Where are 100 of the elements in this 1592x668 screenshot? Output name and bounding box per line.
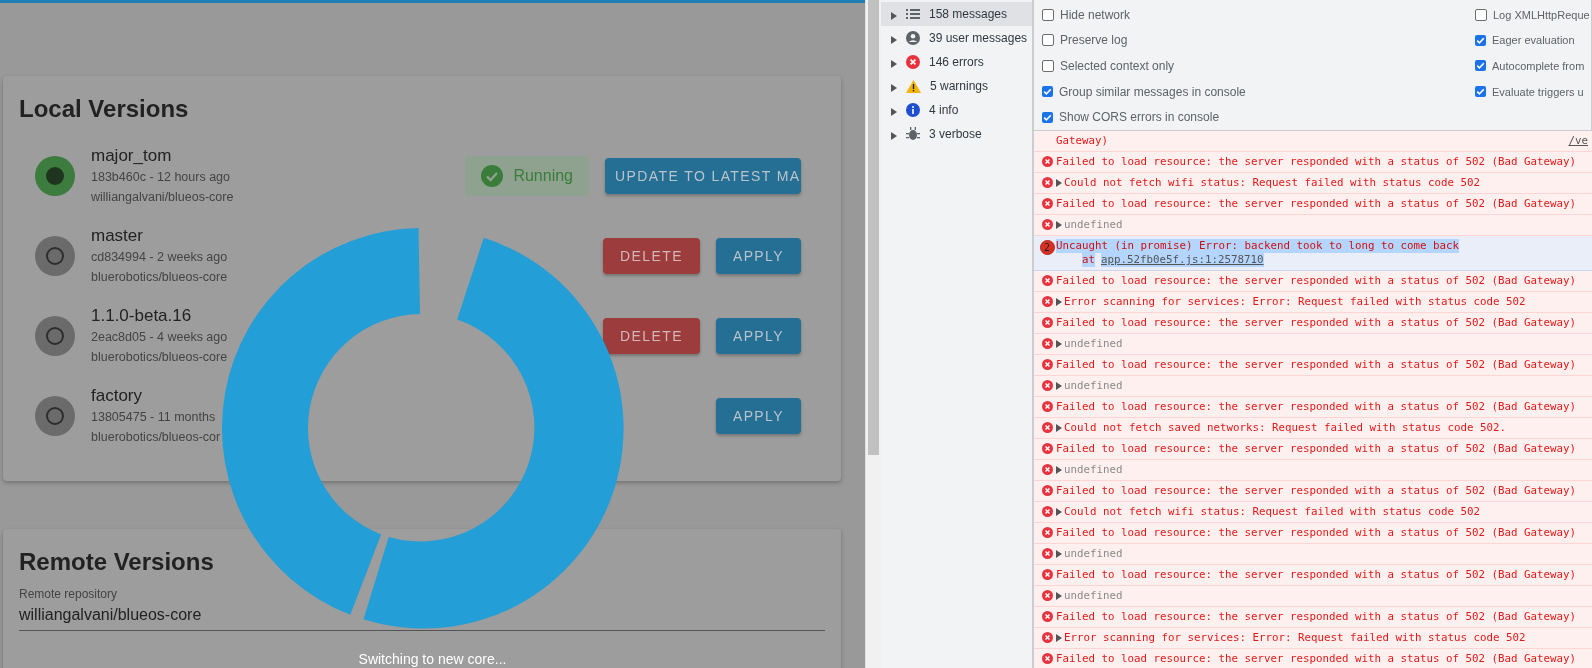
checkbox[interactable] <box>1475 8 1487 21</box>
checkbox-label: Hide network <box>1060 7 1131 22</box>
message-filter-item[interactable]: 3 verbose <box>881 122 1032 146</box>
error-icon <box>1041 464 1053 475</box>
caret-icon[interactable] <box>1056 179 1062 187</box>
checkbox-label: Selected context only <box>1060 59 1175 73</box>
caret-icon[interactable] <box>1056 634 1062 642</box>
apply-button[interactable]: APPLY <box>715 238 801 274</box>
caret-icon[interactable] <box>1056 424 1062 432</box>
console-message: Gateway) <box>1056 134 1108 148</box>
caret-icon[interactable] <box>1056 550 1062 558</box>
source-link[interactable]: /ve <box>1568 134 1588 148</box>
message-filter-item[interactable]: 158 messages <box>881 2 1032 26</box>
version-repo: bluerobotics/blueos-core <box>91 269 228 286</box>
error-icon <box>1041 548 1053 559</box>
console-message: undefined <box>1064 218 1123 232</box>
checkbox-label: Eager evaluation <box>1492 34 1575 47</box>
console-message: Failed to load resource: the server responded with a status of 502 (Bad Gateway) <box>1056 652 1577 666</box>
message-filter-item[interactable]: 146 errors <box>881 50 1032 74</box>
version-name: 1.1.0-beta.16 <box>91 305 193 327</box>
version-detail: 183b460c - 12 hours ago <box>91 169 231 186</box>
checkbox[interactable] <box>1042 111 1053 123</box>
error-icon <box>1041 359 1053 370</box>
console-message: Error scanning for services: Error: Request failed with status code 502 <box>1064 631 1526 645</box>
error-icon <box>1041 527 1053 538</box>
error-icon <box>1041 485 1053 496</box>
caret-icon[interactable] <box>891 107 897 116</box>
message-filter-item[interactable]: 39 user messages <box>881 26 1032 50</box>
error-icon <box>1041 401 1053 412</box>
caret-icon[interactable] <box>1056 382 1062 390</box>
version-name: master <box>91 225 144 247</box>
console-message: undefined <box>1064 337 1123 351</box>
loading-message: Switching to new core... <box>358 650 507 668</box>
user-icon <box>906 31 920 45</box>
caret-icon[interactable] <box>891 59 897 68</box>
caret-icon[interactable] <box>891 35 897 44</box>
radio-button[interactable] <box>35 396 75 436</box>
checkbox[interactable] <box>1475 86 1486 98</box>
count-badge: 2 <box>1039 240 1055 255</box>
checkbox[interactable] <box>1042 34 1054 47</box>
caret-icon[interactable] <box>891 83 897 92</box>
error-icon <box>1041 590 1053 601</box>
version-name: factory <box>91 385 144 407</box>
check-circle-icon <box>481 165 504 187</box>
caret-icon[interactable] <box>891 131 897 140</box>
console-message: Could not fetch wifi status: Request failed with status code 502 <box>1064 505 1481 519</box>
info-icon <box>906 103 920 117</box>
console-message: Uncaught (in promise) Error: backend took to long to come back <box>1056 239 1460 253</box>
console-message: Failed to load resource: the server responded with a status of 502 (Bad Gateway) <box>1056 155 1577 169</box>
checkbox[interactable] <box>1475 60 1486 72</box>
radio-button[interactable] <box>35 316 75 356</box>
console-message: undefined <box>1064 589 1123 603</box>
error-icon <box>1041 443 1053 454</box>
list-icon <box>906 9 920 19</box>
delete-button[interactable]: DELETE <box>603 318 700 354</box>
error-icon <box>1041 653 1053 664</box>
status-chip: Running <box>465 156 589 196</box>
version-name: major_tom <box>91 145 173 167</box>
console-message: Failed to load resource: the server responded with a status of 502 (Bad Gateway) <box>1056 442 1577 456</box>
caret-icon[interactable] <box>1056 298 1062 306</box>
error-icon <box>906 55 920 69</box>
update-button[interactable]: UPDATE TO LATEST MA <box>605 158 801 194</box>
version-repo: bluerobotics/blueos-cor <box>91 429 221 446</box>
apply-button[interactable]: APPLY <box>715 318 801 354</box>
apply-button[interactable]: APPLY <box>715 398 801 434</box>
error-icon <box>1041 632 1053 643</box>
error-icon <box>1041 219 1053 230</box>
console-message: Could not fetch saved networks: Request failed with status code 502. <box>1064 421 1507 435</box>
message-filter-item[interactable]: 4 info <box>881 98 1032 122</box>
error-icon <box>1041 296 1053 307</box>
console-message: Failed to load resource: the server responded with a status of 502 (Bad Gateway) <box>1056 610 1577 624</box>
caret-icon[interactable] <box>1056 508 1062 516</box>
checkbox[interactable] <box>1042 60 1054 72</box>
console-message: undefined <box>1064 547 1123 561</box>
checkbox[interactable] <box>1042 8 1054 21</box>
scrollbar[interactable] <box>865 0 881 668</box>
checkbox-label: Autocomplete from <box>1492 60 1585 72</box>
error-icon <box>1041 569 1053 580</box>
error-icon <box>1041 156 1053 167</box>
error-icon <box>1041 422 1053 433</box>
delete-button[interactable]: DELETE <box>603 238 700 274</box>
message-filter-item[interactable]: 5 warnings <box>881 74 1032 98</box>
checkbox[interactable] <box>1042 86 1053 98</box>
console-message: Failed to load resource: the server responded with a status of 502 (Bad Gateway) <box>1056 400 1577 414</box>
error-icon <box>1041 338 1053 349</box>
radio-button[interactable] <box>35 156 75 196</box>
source-link[interactable]: app.52fb0e5f.js:1:2578710 <box>1101 253 1264 267</box>
caret-icon[interactable] <box>1056 340 1062 348</box>
caret-icon[interactable] <box>1056 221 1062 229</box>
caret-icon[interactable] <box>891 11 897 20</box>
checkbox-label: Preserve log <box>1060 33 1128 48</box>
error-icon <box>1041 177 1053 188</box>
caret-icon[interactable] <box>1056 466 1062 474</box>
radio-button[interactable] <box>35 236 75 276</box>
error-icon <box>1041 506 1053 517</box>
console-message: Failed to load resource: the server responded with a status of 502 (Bad Gateway) <box>1056 484 1577 498</box>
checkbox[interactable] <box>1475 34 1486 46</box>
console-message: Failed to load resource: the server responded with a status of 502 (Bad Gateway) <box>1056 526 1577 540</box>
console-message: undefined <box>1064 379 1123 393</box>
caret-icon[interactable] <box>1056 592 1062 600</box>
